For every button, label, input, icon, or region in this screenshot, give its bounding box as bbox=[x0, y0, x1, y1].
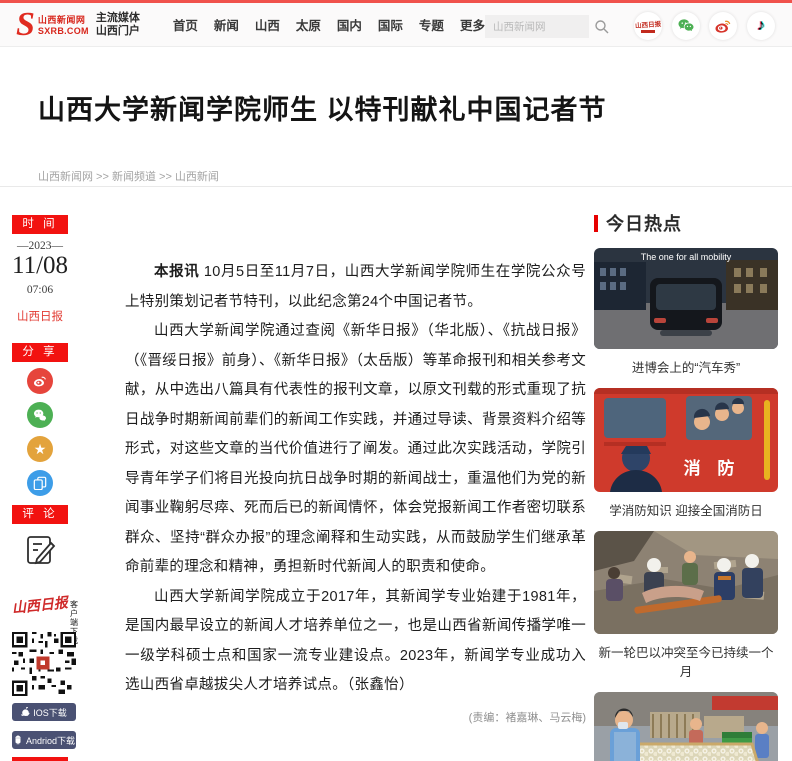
nav-item-shanxi[interactable]: 山西 bbox=[255, 15, 280, 34]
article-body: 本报讯 10月5日至11月7日，山西大学新闻学院师生在学院公众号上特别策划记者节… bbox=[125, 258, 586, 725]
share-wechat-icon[interactable] bbox=[27, 402, 53, 428]
chrysanthemum-thumbnail bbox=[594, 692, 778, 761]
app-note-line1: 客户端 bbox=[70, 600, 78, 627]
write-comment-icon[interactable] bbox=[25, 533, 57, 572]
share-label-badge: 分 享 bbox=[12, 343, 68, 362]
left-rail: 时 间 —2023— 11/08 07:06 山西日报 分 享 ★ 评 论 山西… bbox=[12, 0, 78, 761]
nav-item-home[interactable]: 首页 bbox=[173, 15, 198, 34]
paragraph-3: 山西大学新闻学院成立于2017年，其新闻学专业始建于1981年，是国内最早设立的… bbox=[125, 583, 586, 701]
publish-date: 11/08 bbox=[12, 252, 68, 280]
wechat-icon[interactable] bbox=[672, 12, 700, 40]
paragraph-1: 本报讯 10月5日至11月7日，山西大学新闻学院师生在学院公众号上特别策划记者节… bbox=[125, 258, 586, 317]
share-qzone-icon[interactable]: ★ bbox=[27, 436, 53, 462]
search-icon[interactable] bbox=[594, 19, 610, 35]
hot-title: 今日热点 bbox=[606, 210, 682, 236]
nav-item-taiyuan[interactable]: 太原 bbox=[296, 15, 321, 34]
hot-red-bar bbox=[594, 215, 598, 232]
logo-tagline-2: 山西门户 bbox=[96, 25, 140, 38]
logo-tagline-1: 主流媒体 bbox=[96, 12, 140, 25]
shanxi-daily-calligraphy: 山西日报 bbox=[11, 597, 68, 617]
publish-time: 07:06 bbox=[12, 284, 68, 296]
hot-sidebar: 今日热点 The one for all mobility 进博会上的“汽车秀” bbox=[594, 210, 778, 761]
top-header: S 山西新闻网 SXRB.COM 主流媒体 山西门户 首页 新闻 山西 太原 国… bbox=[0, 0, 792, 47]
weibo-icon[interactable] bbox=[709, 12, 737, 40]
hot-caption[interactable]: 进博会上的“汽车秀” bbox=[594, 357, 778, 376]
share-weibo-icon[interactable] bbox=[27, 368, 53, 394]
page-title: 山西大学新闻学院师生 以特刊献礼中国记者节 bbox=[38, 88, 738, 127]
comment-label-badge: 评 论 bbox=[12, 505, 68, 524]
auto-show-thumbnail: The one for all mobility bbox=[594, 248, 778, 349]
nav-item-topics[interactable]: 专题 bbox=[419, 15, 444, 34]
ios-download-button[interactable]: IOS下载 bbox=[12, 703, 76, 721]
hot-item-chrysanthemum[interactable]: 菊花盛开富村民 bbox=[594, 692, 778, 761]
hot-item-fire-safety[interactable]: 消 防 学消防知识 迎接全国消防日 bbox=[594, 388, 778, 519]
time-label-badge: 时 间 bbox=[12, 215, 68, 234]
douyin-icon[interactable]: ♪ bbox=[747, 12, 775, 40]
hot-item-conflict[interactable]: 新一轮巴以冲突至今已持续一个月 bbox=[594, 531, 778, 680]
hot-header: 今日热点 bbox=[594, 210, 778, 236]
android-download-button[interactable]: Andriod下载 bbox=[12, 731, 76, 749]
hot-item-auto-show[interactable]: The one for all mobility 进博会上的“汽车秀” bbox=[594, 248, 778, 376]
cut-off-badge bbox=[12, 757, 68, 761]
search-input[interactable] bbox=[485, 15, 589, 38]
editor-byline: (责编：褚嘉琳、马云梅) bbox=[125, 709, 586, 725]
publish-year: —2023— bbox=[12, 240, 68, 252]
auto-show-overlay-text: The one for all mobility bbox=[641, 252, 732, 262]
main-nav: 首页 新闻 山西 太原 国内 国际 专题 更多 bbox=[173, 15, 523, 34]
nav-item-international[interactable]: 国际 bbox=[378, 15, 403, 34]
nav-item-more[interactable]: 更多 bbox=[460, 15, 485, 34]
conflict-thumbnail bbox=[594, 531, 778, 634]
nav-item-news[interactable]: 新闻 bbox=[214, 15, 239, 34]
lead-tag: 本报讯 bbox=[154, 264, 199, 280]
share-copy-icon[interactable] bbox=[27, 470, 53, 496]
source-link[interactable]: 山西日报 bbox=[12, 308, 68, 324]
page: S 山西新闻网 SXRB.COM 主流媒体 山西门户 首页 新闻 山西 太原 国… bbox=[0, 0, 792, 761]
paragraph-2: 山西大学新闻学院通过查阅《新华日报》（华北版）、《抗战日报》（《晋绥日报》前身）… bbox=[125, 317, 586, 583]
fire-truck-thumbnail: 消 防 bbox=[594, 388, 778, 492]
apple-icon bbox=[21, 707, 30, 717]
hot-caption[interactable]: 学消防知识 迎接全国消防日 bbox=[594, 500, 778, 519]
divider bbox=[0, 186, 792, 187]
nav-item-domestic[interactable]: 国内 bbox=[337, 15, 362, 34]
fire-truck-overlay-text: 消 防 bbox=[684, 458, 741, 478]
shanxi-daily-icon[interactable]: 山西日报 bbox=[634, 12, 662, 40]
app-qr-code bbox=[12, 632, 76, 696]
hot-caption[interactable]: 新一轮巴以冲突至今已持续一个月 bbox=[594, 642, 778, 680]
android-icon bbox=[13, 735, 23, 745]
